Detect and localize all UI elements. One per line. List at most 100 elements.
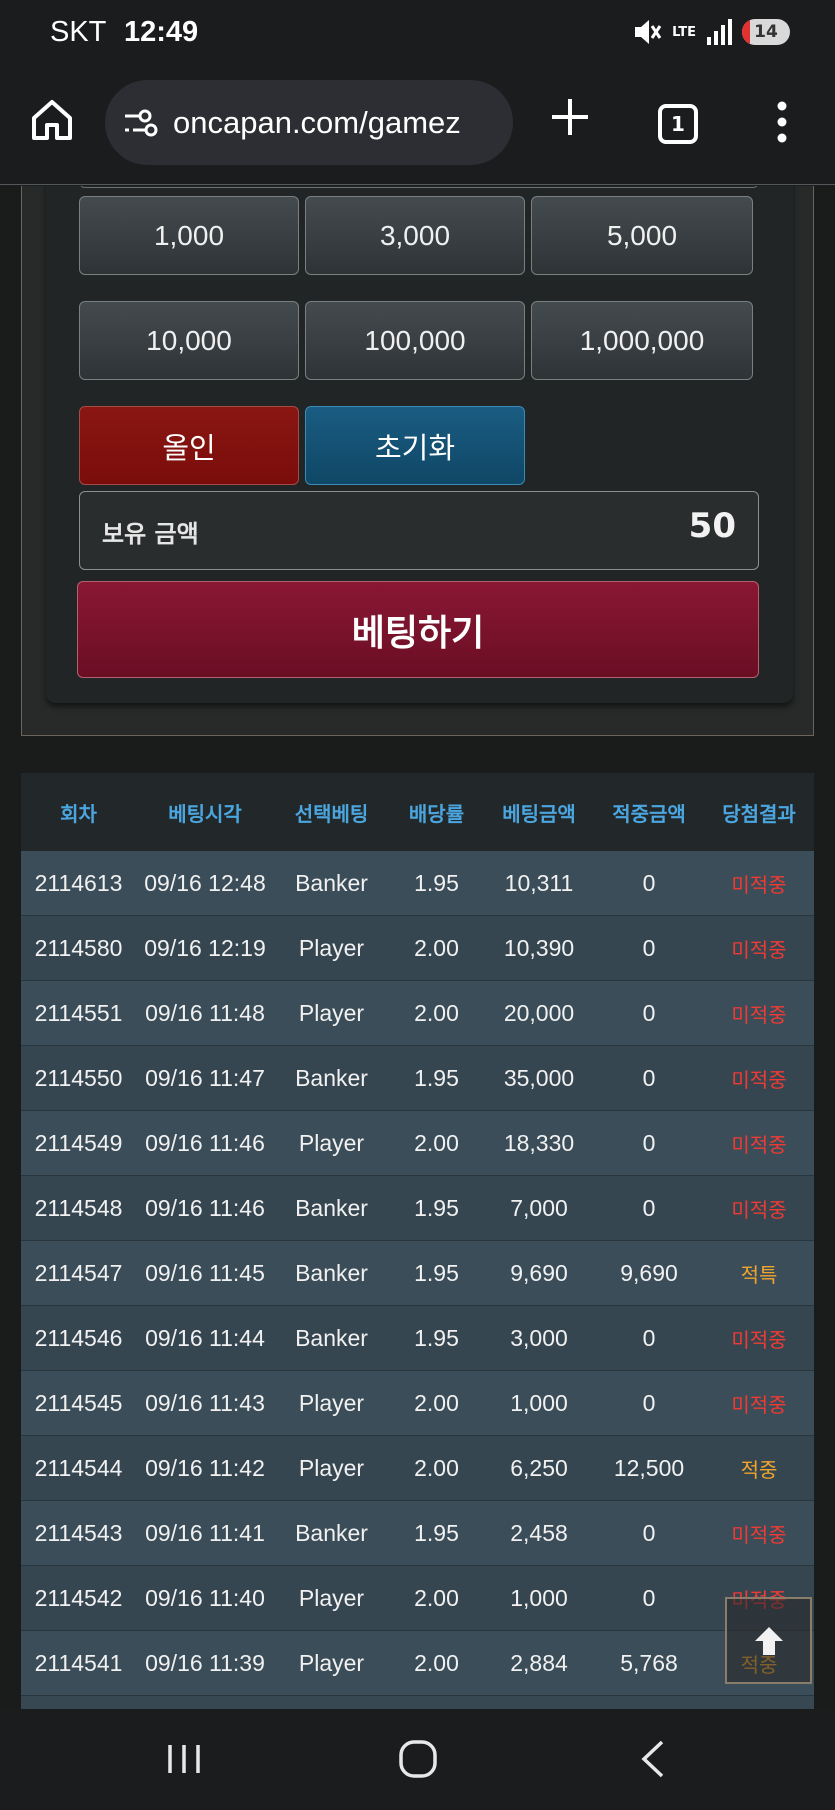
lte-icon: LTE [672, 24, 696, 40]
cell-odds: 1.95 [414, 869, 459, 896]
arrow-up-icon [754, 1626, 783, 1655]
chip-button-100000[interactable]: 100,000 [305, 301, 525, 380]
battery-indicator: 14 [742, 19, 790, 45]
tab-switcher-button[interactable]: 1 [658, 104, 698, 144]
cell-bet-amount: 10,311 [504, 869, 574, 896]
cell-odds: 1.95 [414, 1519, 459, 1546]
cell-pick: Player [298, 934, 365, 961]
home-nav-icon[interactable] [398, 1739, 438, 1779]
chip-button-10000[interactable]: 10,000 [79, 301, 299, 380]
col-header-bet-amount: 베팅금액 [502, 801, 576, 826]
cell-win-amount: 0 [642, 934, 656, 961]
cell-result: 적중 [740, 1457, 778, 1482]
table-row: 2114545 09/16 11:43 Player 2.00 1,000 0 미적중 [21, 1371, 814, 1436]
bet-history-table: 회차 베팅시각 선택베팅 배당률 베팅금액 적중금액 당첨결과 2114613 0… [21, 773, 814, 1709]
cell-win-amount: 0 [642, 1389, 656, 1416]
address-bar[interactable]: oncapan.com/gamez [105, 80, 513, 165]
cell-odds: 1.95 [414, 1064, 459, 1091]
cell-pick: Banker [295, 1194, 368, 1221]
cell-time: 09/16 11:46 [145, 1194, 265, 1221]
cell-pick: Player [298, 1649, 365, 1676]
cell-pick: Banker [295, 1259, 368, 1286]
table-row: 2114549 09/16 11:46 Player 2.00 18,330 0 미적중 [21, 1111, 814, 1176]
table-header: 회차 베팅시각 선택베팅 배당률 베팅금액 적중금액 당첨결과 [21, 773, 814, 851]
cell-win-amount: 12,500 [613, 1454, 685, 1481]
balance-value: 50 [688, 506, 736, 546]
col-header-time: 베팅시각 [168, 801, 242, 826]
cell-result: 적특 [740, 1262, 778, 1287]
chip-button-3000[interactable]: 3,000 [305, 196, 525, 275]
cell-odds: 2.00 [414, 1129, 459, 1156]
site-settings-icon[interactable] [123, 108, 159, 138]
status-carrier-time: SKT 12:49 [50, 16, 198, 49]
col-header-result: 당첨결과 [722, 801, 796, 826]
cell-bet-amount: 3,000 [510, 1324, 568, 1351]
cell-bet-amount: 2,884 [510, 1649, 568, 1676]
cell-round: 2114551 [34, 999, 123, 1026]
system-nav-bar [0, 1709, 835, 1810]
bet-amount-input[interactable] [79, 186, 759, 188]
balance-label: 보유 금액 [102, 520, 199, 548]
cell-round: 2114548 [34, 1194, 123, 1221]
more-options-icon[interactable] [770, 100, 794, 144]
cell-time: 09/16 12:19 [144, 934, 266, 961]
tab-count: 1 [671, 112, 685, 136]
signal-icon [707, 19, 732, 45]
cell-odds: 2.00 [414, 999, 459, 1026]
table-row: 2114580 09/16 12:19 Player 2.00 10,390 0 미적중 [21, 916, 814, 981]
home-icon[interactable] [30, 98, 74, 142]
chip-button-1000000[interactable]: 1,000,000 [531, 301, 753, 380]
cell-bet-amount: 20,000 [503, 999, 575, 1026]
table-row: 2114551 09/16 11:48 Player 2.00 20,000 0 미적중 [21, 981, 814, 1046]
bet-panel: 1,000 3,000 5,000 10,000 100,000 1,000,0… [46, 186, 793, 703]
cell-time: 09/16 11:42 [145, 1454, 265, 1481]
cell-odds: 2.00 [414, 1584, 459, 1611]
place-bet-button[interactable]: 베팅하기 [77, 581, 759, 678]
chip-button-5000[interactable]: 5,000 [531, 196, 753, 275]
cell-win-amount: 0 [642, 1194, 656, 1221]
cell-time: 09/16 11:39 [145, 1649, 265, 1676]
cell-result: 미적중 [731, 1197, 787, 1222]
cell-round: 2114541 [34, 1649, 123, 1676]
page-content: 1,000 3,000 5,000 10,000 100,000 1,000,0… [0, 186, 835, 1709]
browser-toolbar: oncapan.com/gamez 1 [0, 70, 835, 185]
cell-odds: 1.95 [414, 1259, 459, 1286]
recent-apps-icon[interactable] [165, 1741, 203, 1777]
cell-time: 09/16 11:46 [145, 1129, 265, 1156]
chip-button-1000[interactable]: 1,000 [79, 196, 299, 275]
cell-odds: 2.00 [414, 1649, 459, 1676]
table-row: 2114546 09/16 11:44 Banker 1.95 3,000 0 미적중 [21, 1306, 814, 1371]
new-tab-icon[interactable] [548, 95, 592, 139]
clock: 12:49 [123, 16, 199, 48]
reset-button[interactable]: 초기화 [305, 406, 525, 485]
cell-win-amount: 0 [642, 999, 656, 1026]
table-row: 2114550 09/16 11:47 Banker 1.95 35,000 0 미적중 [21, 1046, 814, 1111]
cell-win-amount: 0 [642, 1519, 656, 1546]
cell-round: 2114546 [34, 1324, 123, 1351]
scroll-to-top-button[interactable] [725, 1597, 812, 1684]
balance-display: 보유 금액 50 [79, 491, 759, 570]
bet-panel-container: 1,000 3,000 5,000 10,000 100,000 1,000,0… [21, 186, 814, 736]
all-in-button[interactable]: 올인 [79, 406, 299, 485]
table-row: 2114613 09/16 12:48 Banker 1.95 10,311 0 미적중 [21, 851, 814, 916]
cell-odds: 1.95 [414, 1324, 459, 1351]
cell-pick: Player [298, 1454, 365, 1481]
back-icon[interactable] [638, 1739, 668, 1779]
cell-result: 미적중 [731, 1132, 787, 1157]
cell-round: 2114544 [34, 1454, 123, 1481]
battery-level: 14 [754, 22, 778, 42]
table-row: 2114543 09/16 11:41 Banker 1.95 2,458 0 미적중 [21, 1501, 814, 1566]
cell-bet-amount: 10,390 [503, 934, 575, 961]
cell-result: 미적중 [731, 1327, 787, 1352]
table-row: 211454109/16 11:39Player2.002,8845,768적중 [21, 1631, 814, 1696]
cell-odds: 1.95 [414, 1194, 459, 1221]
cell-odds: 2.00 [414, 1389, 459, 1416]
carrier-label: SKT [50, 16, 106, 48]
col-header-win-amount: 적중금액 [612, 801, 686, 826]
cell-result: 미적중 [731, 937, 787, 962]
cell-result: 미적중 [731, 1002, 787, 1027]
cell-round: 2114580 [34, 934, 123, 961]
cell-odds: 2.00 [414, 1454, 459, 1481]
col-header-odds: 배당률 [408, 801, 465, 826]
cell-time: 09/16 12:48 [144, 869, 266, 896]
